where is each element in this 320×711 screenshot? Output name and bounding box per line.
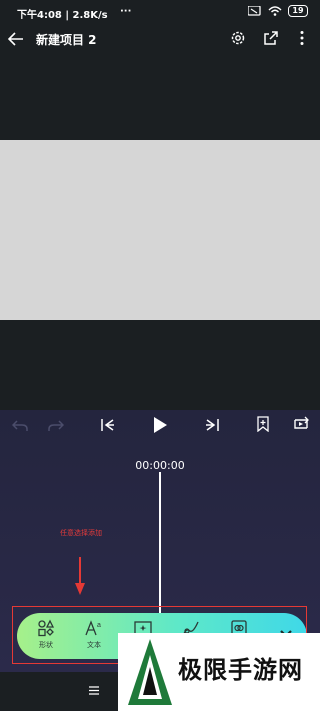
playhead-line[interactable] — [159, 472, 161, 622]
battery-level: 19 — [288, 5, 308, 17]
status-more: ··· — [120, 6, 132, 17]
annotation-arrow-icon — [75, 557, 85, 595]
signal-icon — [248, 6, 261, 16]
canvas-background-top — [0, 52, 320, 140]
canvas-background-bottom — [0, 320, 320, 410]
menu-icon[interactable] — [89, 686, 99, 695]
app-header: 新建项目 2 — [0, 24, 320, 52]
settings-gear-icon[interactable] — [230, 30, 246, 46]
playhead-timecode: 00:00:00 — [135, 459, 185, 472]
skip-to-end-icon[interactable] — [205, 418, 219, 432]
status-icons: 19 — [248, 5, 308, 17]
play-icon[interactable] — [152, 416, 168, 434]
wifi-icon — [268, 6, 282, 16]
redo-icon[interactable] — [48, 420, 64, 432]
project-title: 新建项目 2 — [36, 33, 97, 47]
undo-icon[interactable] — [12, 420, 28, 432]
watermark-text: 极限手游网 — [178, 655, 303, 684]
watermark-logo-icon — [128, 639, 172, 705]
status-bar: 下午4:08 | 2.8K/s ··· 19 — [0, 0, 320, 24]
annotation-hint-text: 任意选择添加 — [60, 529, 102, 537]
loop-preview-icon[interactable] — [292, 416, 310, 432]
back-arrow-icon[interactable] — [8, 32, 24, 46]
skip-to-start-icon[interactable] — [101, 418, 115, 432]
more-vertical-icon[interactable] — [299, 30, 305, 46]
project-canvas[interactable] — [0, 140, 320, 320]
export-icon[interactable] — [263, 30, 279, 46]
status-time-speed: 下午4:08 | 2.8K/s — [17, 10, 108, 21]
bookmark-add-icon[interactable] — [257, 416, 269, 432]
